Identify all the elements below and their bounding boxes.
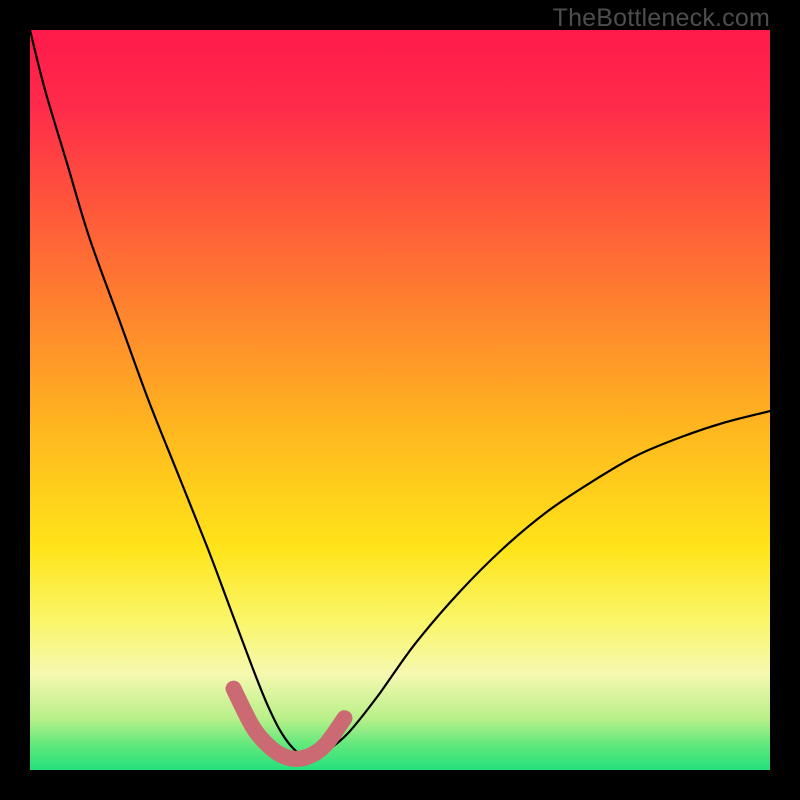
chart-plot-area bbox=[30, 30, 770, 770]
chart-svg bbox=[30, 30, 770, 770]
watermark-text: TheBottleneck.com bbox=[553, 4, 770, 33]
outer-frame: TheBottleneck.com bbox=[0, 0, 800, 800]
background-gradient bbox=[30, 30, 770, 770]
